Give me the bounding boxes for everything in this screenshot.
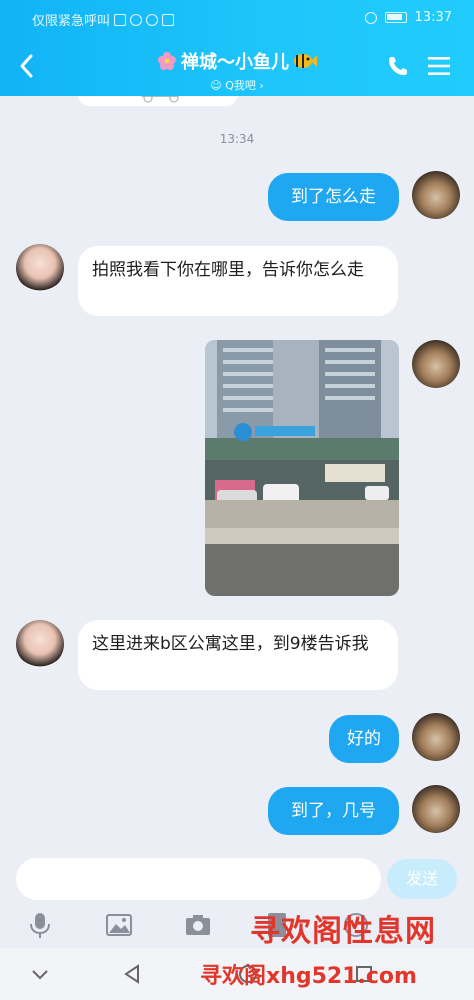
my-avatar[interactable]	[412, 713, 460, 761]
incoming-message-bubble[interactable]: 拍照我看下你在哪里，告诉你怎么走	[78, 246, 398, 316]
phone-call-button[interactable]	[386, 54, 410, 78]
my-avatar[interactable]	[412, 785, 460, 833]
contact-avatar[interactable]	[16, 244, 64, 292]
message-timestamp: 13:34	[219, 132, 255, 146]
sim-icon	[114, 13, 127, 26]
chat-header: 仅限紧急呼叫 13:37 禅城～小鱼儿 ☺ Q我吧 ›	[0, 0, 474, 96]
menu-button[interactable]	[428, 56, 450, 76]
alarm-icon	[364, 11, 377, 24]
incoming-message-bubble[interactable]: 这里进来b区公寓这里，到9楼告诉我	[78, 620, 398, 690]
app-icon	[162, 13, 175, 26]
camera-icon[interactable]	[183, 910, 213, 940]
image-message[interactable]	[205, 340, 399, 596]
my-avatar[interactable]	[412, 340, 460, 388]
flower-icon	[158, 52, 176, 70]
battery-icon	[384, 12, 407, 23]
carrier-text: 仅限紧急呼叫	[32, 14, 111, 29]
chevron-right-icon: ›	[259, 79, 264, 92]
outgoing-message-bubble[interactable]: 好的	[329, 715, 399, 763]
chevron-down-icon[interactable]	[28, 962, 52, 986]
outgoing-message-bubble[interactable]: 到了，几号	[268, 787, 399, 835]
fish-icon	[294, 54, 317, 68]
subtitle-text: Q我吧	[225, 79, 256, 92]
microphone-icon[interactable]	[25, 910, 55, 940]
qq-icon	[146, 13, 159, 26]
watermark-title: 寻欢阁性息网	[250, 914, 436, 949]
clock: 13:37	[414, 10, 452, 25]
watermark-url: 寻欢阁xhg521.com	[200, 964, 417, 989]
wifi-icon	[130, 13, 143, 26]
my-avatar[interactable]	[412, 171, 460, 219]
status-left: 仅限紧急呼叫	[32, 10, 175, 29]
previous-image-message[interactable]	[78, 96, 238, 106]
message-list[interactable]: 13:34 到了怎么走 拍照我看下你在哪里，告诉你怎么走 这里进来b区公寓这里，…	[0, 96, 474, 846]
send-button[interactable]: 发送	[387, 859, 457, 899]
contact-avatar[interactable]	[16, 620, 64, 668]
outgoing-message-bubble[interactable]: 到了怎么走	[268, 173, 399, 221]
chat-subtitle[interactable]: ☺ Q我吧 ›	[0, 77, 474, 93]
smile-icon: ☺	[210, 79, 222, 92]
message-input[interactable]	[16, 858, 381, 900]
nav-back-icon[interactable]	[120, 962, 144, 986]
image-picker-icon[interactable]	[104, 910, 134, 940]
status-bar: 仅限紧急呼叫 13:37	[0, 0, 474, 36]
status-right: 13:37	[364, 10, 452, 25]
chat-title: 禅城～小鱼儿	[157, 48, 317, 74]
contact-name: 禅城～小鱼儿	[181, 52, 289, 73]
